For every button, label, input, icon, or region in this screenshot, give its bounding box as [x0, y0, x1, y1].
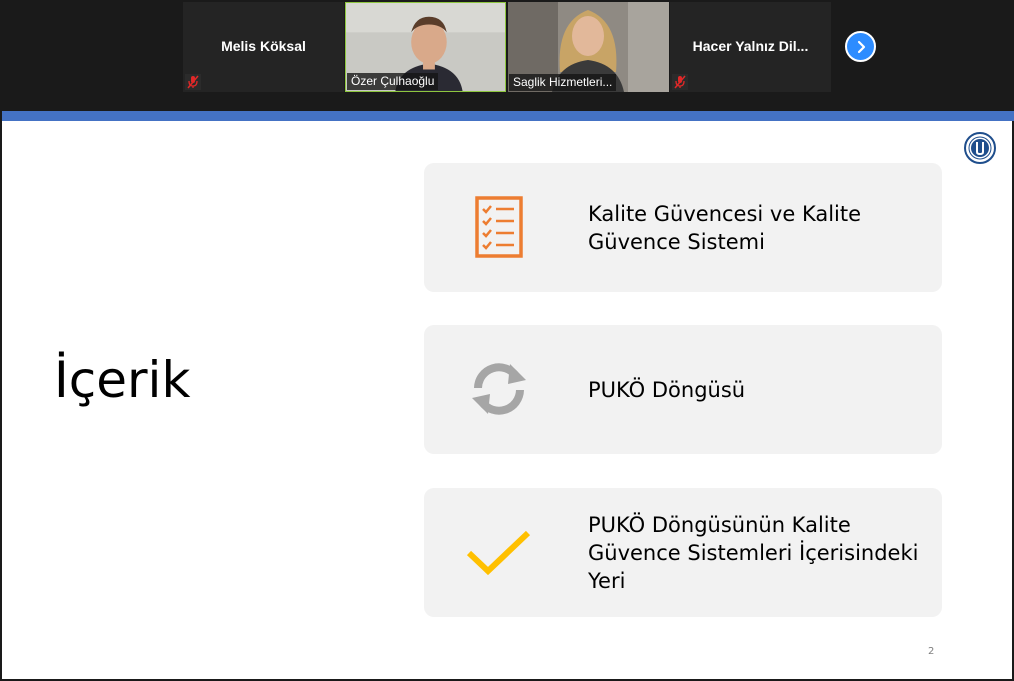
- mic-muted-icon: [185, 74, 201, 90]
- participant-name: Hacer Yalnız Dil...: [692, 38, 809, 54]
- mic-muted-icon: [672, 74, 688, 90]
- meeting-window: Melis Köksal Özer Çulhaoğlu Saglik Hizme…: [0, 0, 1014, 681]
- card-text: PUKÖ Döngüsünün Kalite Güvence Sistemler…: [588, 512, 919, 593]
- card-text: PUKÖ Döngüsü: [588, 377, 746, 402]
- participant-name: Özer Çulhaoğlu: [347, 73, 439, 90]
- participant-name: Melis Köksal: [221, 38, 306, 54]
- chevron-right-icon: [857, 40, 865, 53]
- shared-slide: İçerik Kalite Güvencesi ve Kalite Güvenc…: [2, 121, 1012, 679]
- content-card: PUKÖ Döngüsünün Kalite Güvence Sistemler…: [424, 488, 942, 617]
- next-participants-button[interactable]: [845, 31, 876, 62]
- participant-tile-active-speaker[interactable]: Özer Çulhaoğlu: [345, 2, 506, 92]
- refresh-cycle-icon: [472, 363, 526, 415]
- card-text: Kalite Güvencesi ve Kalite Güvence Siste…: [588, 201, 862, 254]
- participant-name: Saglik Hizmetleri...: [509, 74, 617, 91]
- checklist-icon: [475, 196, 523, 258]
- slide-title: İçerik: [54, 351, 191, 409]
- participant-tile[interactable]: Saglik Hizmetleri...: [508, 2, 669, 92]
- participant-tile[interactable]: Melis Köksal: [183, 2, 344, 92]
- checkmark-icon: [466, 530, 531, 576]
- slide-header-bar: [2, 111, 1014, 121]
- participant-strip: Melis Köksal Özer Çulhaoğlu Saglik Hizme…: [0, 0, 1014, 111]
- slide-page-number: 2: [928, 646, 935, 657]
- content-card: Kalite Güvencesi ve Kalite Güvence Siste…: [424, 163, 942, 292]
- participant-tile[interactable]: Hacer Yalnız Dil...: [670, 2, 831, 92]
- content-card: PUKÖ Döngüsü: [424, 325, 942, 454]
- university-logo: [964, 132, 996, 164]
